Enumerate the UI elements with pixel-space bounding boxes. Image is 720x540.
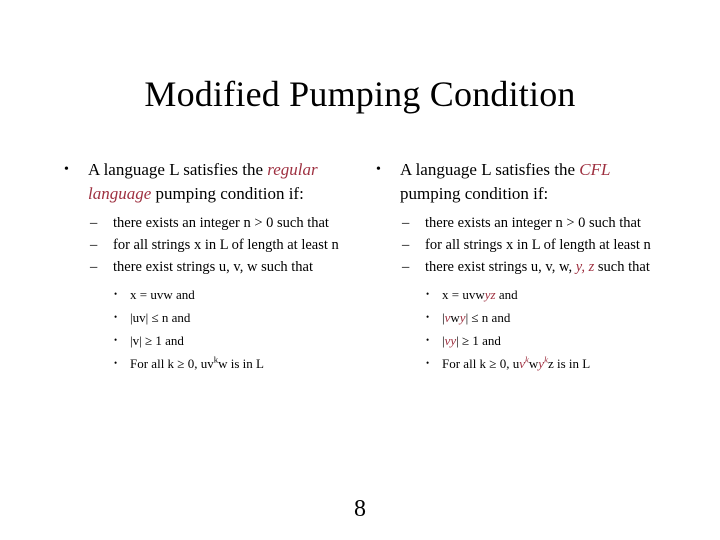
bullet-level2-icon: –: [402, 237, 410, 253]
left-condition-4-text: For all k ≥ 0, uvkw is in L: [130, 355, 264, 371]
left-condition-4-post: w is in L: [218, 356, 264, 371]
page-number: 8: [354, 496, 366, 522]
right-heading-emphasis: CFL: [579, 160, 611, 179]
right-condition-1-p2: and: [495, 287, 518, 302]
left-condition-4: • For all k ≥ 0, uvkw is in L: [110, 352, 358, 375]
right-content-column: • A language L satisfies the CFL pumping…: [370, 158, 670, 375]
left-condition-2-text: |uv| ≤ n and: [130, 310, 191, 325]
right-condition-4-p2: w: [528, 356, 539, 371]
left-condition-3: • |v| ≥ 1 and: [110, 329, 358, 352]
right-condition-1-text: x = uvwyz and: [442, 287, 518, 302]
bullet-level2-icon: –: [90, 215, 98, 231]
bullet-level3-icon: •: [426, 312, 430, 322]
right-condition-list: • x = uvwyz and • |vwy| ≤ n and • |vy| ≥…: [370, 283, 670, 375]
bullet-level2-icon: –: [90, 259, 98, 275]
right-condition-3: • |vy| ≥ 1 and: [422, 329, 670, 352]
right-condition-3-p2: | ≥ 1 and: [456, 333, 501, 348]
page-title: Modified Pumping Condition: [144, 74, 576, 114]
left-condition-1-text: x = uvw and: [130, 287, 195, 302]
right-condition-4-text: For all k ≥ 0, uvkwykz is in L: [442, 355, 591, 371]
left-sub-bullet-3: – there exist strings u, v, w such that: [86, 256, 358, 278]
left-heading-bullet: • A language L satisfies the regular lan…: [58, 158, 358, 206]
right-condition-3-e1: vy: [444, 333, 457, 348]
left-sub-bullet-1: – there exists an integer n > 0 such tha…: [86, 212, 358, 234]
left-condition-3-text: |v| ≥ 1 and: [130, 333, 184, 348]
left-heading-part2: pumping condition if:: [151, 184, 304, 203]
right-sub-bullet-3: – there exist strings u, v, w, y, z such…: [398, 256, 670, 278]
right-condition-2-p2: w: [450, 310, 460, 325]
left-condition-4-pre: For all k ≥ 0, uv: [130, 356, 214, 371]
bullet-level3-icon: •: [426, 358, 430, 368]
left-heading-text: A language L satisfies the regular langu…: [88, 160, 318, 203]
bullet-level3-icon: •: [426, 289, 430, 299]
right-sub-bullet-list: – there exists an integer n > 0 such tha…: [370, 212, 670, 278]
left-sub-bullet-list: – there exists an integer n > 0 such tha…: [58, 212, 358, 278]
bullet-level3-icon: •: [426, 335, 430, 345]
bullet-level2-icon: –: [402, 259, 410, 275]
bullet-level3-icon: •: [114, 358, 118, 368]
left-sub-bullet-3-text: there exist strings u, v, w such that: [113, 259, 314, 275]
right-sub-bullet-2-text: for all strings x in L of length at leas…: [425, 237, 651, 253]
right-sub-bullet-2: – for all strings x in L of length at le…: [398, 234, 670, 256]
right-sub-bullet-3-prefix: there exist strings u, v, w,: [425, 259, 576, 275]
right-condition-1-e1: yz: [484, 287, 496, 302]
left-condition-list: • x = uvw and • |uv| ≤ n and • |v| ≥ 1 a…: [58, 283, 358, 375]
left-condition-2: • |uv| ≤ n and: [110, 306, 358, 329]
bullet-level3-icon: •: [114, 289, 118, 299]
right-heading-bullet: • A language L satisfies the CFL pumping…: [370, 158, 670, 206]
bullet-level2-icon: –: [402, 215, 410, 231]
left-sub-bullet-1-text: there exists an integer n > 0 such that: [113, 215, 329, 231]
right-condition-4-p3: z is in L: [547, 356, 591, 371]
right-sub-bullet-3-suffix: such that: [594, 259, 650, 275]
right-heading-part2: pumping condition if:: [400, 184, 549, 203]
right-condition-1: • x = uvwyz and: [422, 283, 670, 306]
right-sub-bullet-1: – there exists an integer n > 0 such tha…: [398, 212, 670, 234]
right-condition-1-p1: x = uvw: [442, 287, 485, 302]
bullet-level3-icon: •: [114, 312, 118, 322]
right-condition-4: • For all k ≥ 0, uvkwykz is in L: [422, 352, 670, 375]
bullet-level3-icon: •: [114, 335, 118, 345]
left-content-column: • A language L satisfies the regular lan…: [58, 158, 358, 375]
right-sub-bullet-1-text: there exists an integer n > 0 such that: [425, 215, 641, 231]
right-heading-part1: A language L satisfies the: [400, 160, 580, 179]
right-condition-2-text: |vwy| ≤ n and: [442, 310, 510, 325]
right-condition-2-p3: | ≤ n and: [465, 310, 511, 325]
left-sub-bullet-2-text: for all strings x in L of length at leas…: [113, 237, 339, 253]
bullet-level1-icon: •: [64, 162, 69, 177]
right-condition-2: • |vwy| ≤ n and: [422, 306, 670, 329]
bullet-level1-icon: •: [376, 162, 381, 177]
left-sub-bullet-2: – for all strings x in L of length at le…: [86, 234, 358, 256]
left-heading-part1: A language L satisfies the: [88, 160, 268, 179]
right-sub-bullet-3-text: there exist strings u, v, w, y, z such t…: [425, 259, 650, 275]
right-condition-4-p1: For all k ≥ 0, u: [442, 356, 520, 371]
left-condition-1: • x = uvw and: [110, 283, 358, 306]
right-heading-text: A language L satisfies the CFL pumping c…: [400, 160, 610, 203]
bullet-level2-icon: –: [90, 237, 98, 253]
right-sub-bullet-3-emphasis: y, z: [575, 259, 595, 275]
slide-canvas: Modified Pumping Condition • A language …: [0, 0, 720, 540]
right-condition-3-text: |vy| ≥ 1 and: [442, 333, 501, 348]
